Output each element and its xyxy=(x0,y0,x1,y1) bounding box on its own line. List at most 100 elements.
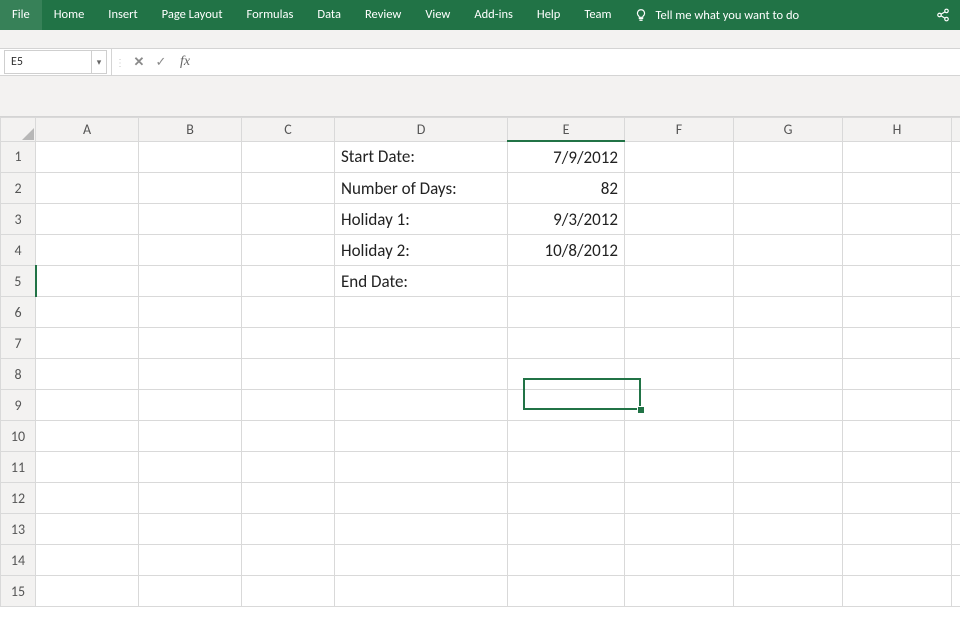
cell-E2[interactable]: 82 xyxy=(508,173,625,204)
cell-H4[interactable] xyxy=(843,235,952,266)
cell-H8[interactable] xyxy=(843,359,952,390)
cell-A12[interactable] xyxy=(36,483,139,514)
cell-B1[interactable] xyxy=(139,141,242,173)
col-header-B[interactable]: B xyxy=(139,118,242,142)
cell-B11[interactable] xyxy=(139,452,242,483)
cell-G1[interactable] xyxy=(734,141,843,173)
cell-C13[interactable] xyxy=(242,514,335,545)
row-header-9[interactable]: 9 xyxy=(1,390,36,421)
cell-D8[interactable] xyxy=(335,359,508,390)
name-box-dropdown[interactable]: ▾ xyxy=(92,50,107,74)
cell-H3[interactable] xyxy=(843,204,952,235)
cell-C1[interactable] xyxy=(242,141,335,173)
cell-D12[interactable] xyxy=(335,483,508,514)
cell-A1[interactable] xyxy=(36,141,139,173)
cell-B3[interactable] xyxy=(139,204,242,235)
cell-B7[interactable] xyxy=(139,328,242,359)
enter-icon[interactable]: ✓ xyxy=(150,49,172,75)
cell-D5[interactable]: End Date: xyxy=(335,266,508,297)
row-header-15[interactable]: 15 xyxy=(1,576,36,607)
cell-D14[interactable] xyxy=(335,545,508,576)
col-header-edge[interactable] xyxy=(952,118,960,142)
cell-G15[interactable] xyxy=(734,576,843,607)
cell-H14[interactable] xyxy=(843,545,952,576)
cell-E11[interactable] xyxy=(508,452,625,483)
cell-edge-14[interactable] xyxy=(952,545,960,576)
tab-insert[interactable]: Insert xyxy=(96,0,149,30)
cell-C4[interactable] xyxy=(242,235,335,266)
cell-H5[interactable] xyxy=(843,266,952,297)
cell-edge-15[interactable] xyxy=(952,576,960,607)
cell-B5[interactable] xyxy=(139,266,242,297)
cell-edge-10[interactable] xyxy=(952,421,960,452)
row-header-5[interactable]: 5 xyxy=(1,266,36,297)
cell-G2[interactable] xyxy=(734,173,843,204)
cell-C6[interactable] xyxy=(242,297,335,328)
cell-E10[interactable] xyxy=(508,421,625,452)
cell-G7[interactable] xyxy=(734,328,843,359)
cell-G3[interactable] xyxy=(734,204,843,235)
cell-E4[interactable]: 10/8/2012 xyxy=(508,235,625,266)
cell-F5[interactable] xyxy=(625,266,734,297)
cell-E15[interactable] xyxy=(508,576,625,607)
cell-H10[interactable] xyxy=(843,421,952,452)
cell-G11[interactable] xyxy=(734,452,843,483)
row-header-7[interactable]: 7 xyxy=(1,328,36,359)
cell-edge-8[interactable] xyxy=(952,359,960,390)
cell-D4[interactable]: Holiday 2: xyxy=(335,235,508,266)
cell-F7[interactable] xyxy=(625,328,734,359)
cell-edge-6[interactable] xyxy=(952,297,960,328)
cell-A15[interactable] xyxy=(36,576,139,607)
col-header-G[interactable]: G xyxy=(734,118,843,142)
cell-D6[interactable] xyxy=(335,297,508,328)
cell-C11[interactable] xyxy=(242,452,335,483)
tab-data[interactable]: Data xyxy=(305,0,353,30)
cell-B4[interactable] xyxy=(139,235,242,266)
cell-F9[interactable] xyxy=(625,390,734,421)
share-icon[interactable] xyxy=(926,0,960,30)
cell-F13[interactable] xyxy=(625,514,734,545)
cell-C3[interactable] xyxy=(242,204,335,235)
cell-E1[interactable]: 7/9/2012 xyxy=(508,141,625,173)
cell-B6[interactable] xyxy=(139,297,242,328)
cell-G13[interactable] xyxy=(734,514,843,545)
row-header-10[interactable]: 10 xyxy=(1,421,36,452)
cell-H15[interactable] xyxy=(843,576,952,607)
cell-H13[interactable] xyxy=(843,514,952,545)
col-header-D[interactable]: D xyxy=(335,118,508,142)
cell-F14[interactable] xyxy=(625,545,734,576)
cell-C8[interactable] xyxy=(242,359,335,390)
cell-B8[interactable] xyxy=(139,359,242,390)
cell-A2[interactable] xyxy=(36,173,139,204)
name-box[interactable]: E5 xyxy=(4,50,92,74)
row-header-4[interactable]: 4 xyxy=(1,235,36,266)
fill-handle[interactable] xyxy=(637,406,645,414)
cell-G6[interactable] xyxy=(734,297,843,328)
row-header-12[interactable]: 12 xyxy=(1,483,36,514)
cell-C7[interactable] xyxy=(242,328,335,359)
cell-F1[interactable] xyxy=(625,141,734,173)
cell-B12[interactable] xyxy=(139,483,242,514)
cell-E7[interactable] xyxy=(508,328,625,359)
tab-page-layout[interactable]: Page Layout xyxy=(150,0,235,30)
cell-B13[interactable] xyxy=(139,514,242,545)
cell-A8[interactable] xyxy=(36,359,139,390)
tab-formulas[interactable]: Formulas xyxy=(235,0,306,30)
cell-A3[interactable] xyxy=(36,204,139,235)
cell-G14[interactable] xyxy=(734,545,843,576)
cell-D2[interactable]: Number of Days: xyxy=(335,173,508,204)
cell-G5[interactable] xyxy=(734,266,843,297)
cell-F12[interactable] xyxy=(625,483,734,514)
cell-E5[interactable] xyxy=(508,266,625,297)
tab-add-ins[interactable]: Add-ins xyxy=(462,0,525,30)
cell-C15[interactable] xyxy=(242,576,335,607)
cell-A5[interactable] xyxy=(36,266,139,297)
cell-D13[interactable] xyxy=(335,514,508,545)
cell-A4[interactable] xyxy=(36,235,139,266)
cell-B2[interactable] xyxy=(139,173,242,204)
cell-B15[interactable] xyxy=(139,576,242,607)
cell-H7[interactable] xyxy=(843,328,952,359)
cell-C5[interactable] xyxy=(242,266,335,297)
cell-A14[interactable] xyxy=(36,545,139,576)
tab-team[interactable]: Team xyxy=(572,0,623,30)
